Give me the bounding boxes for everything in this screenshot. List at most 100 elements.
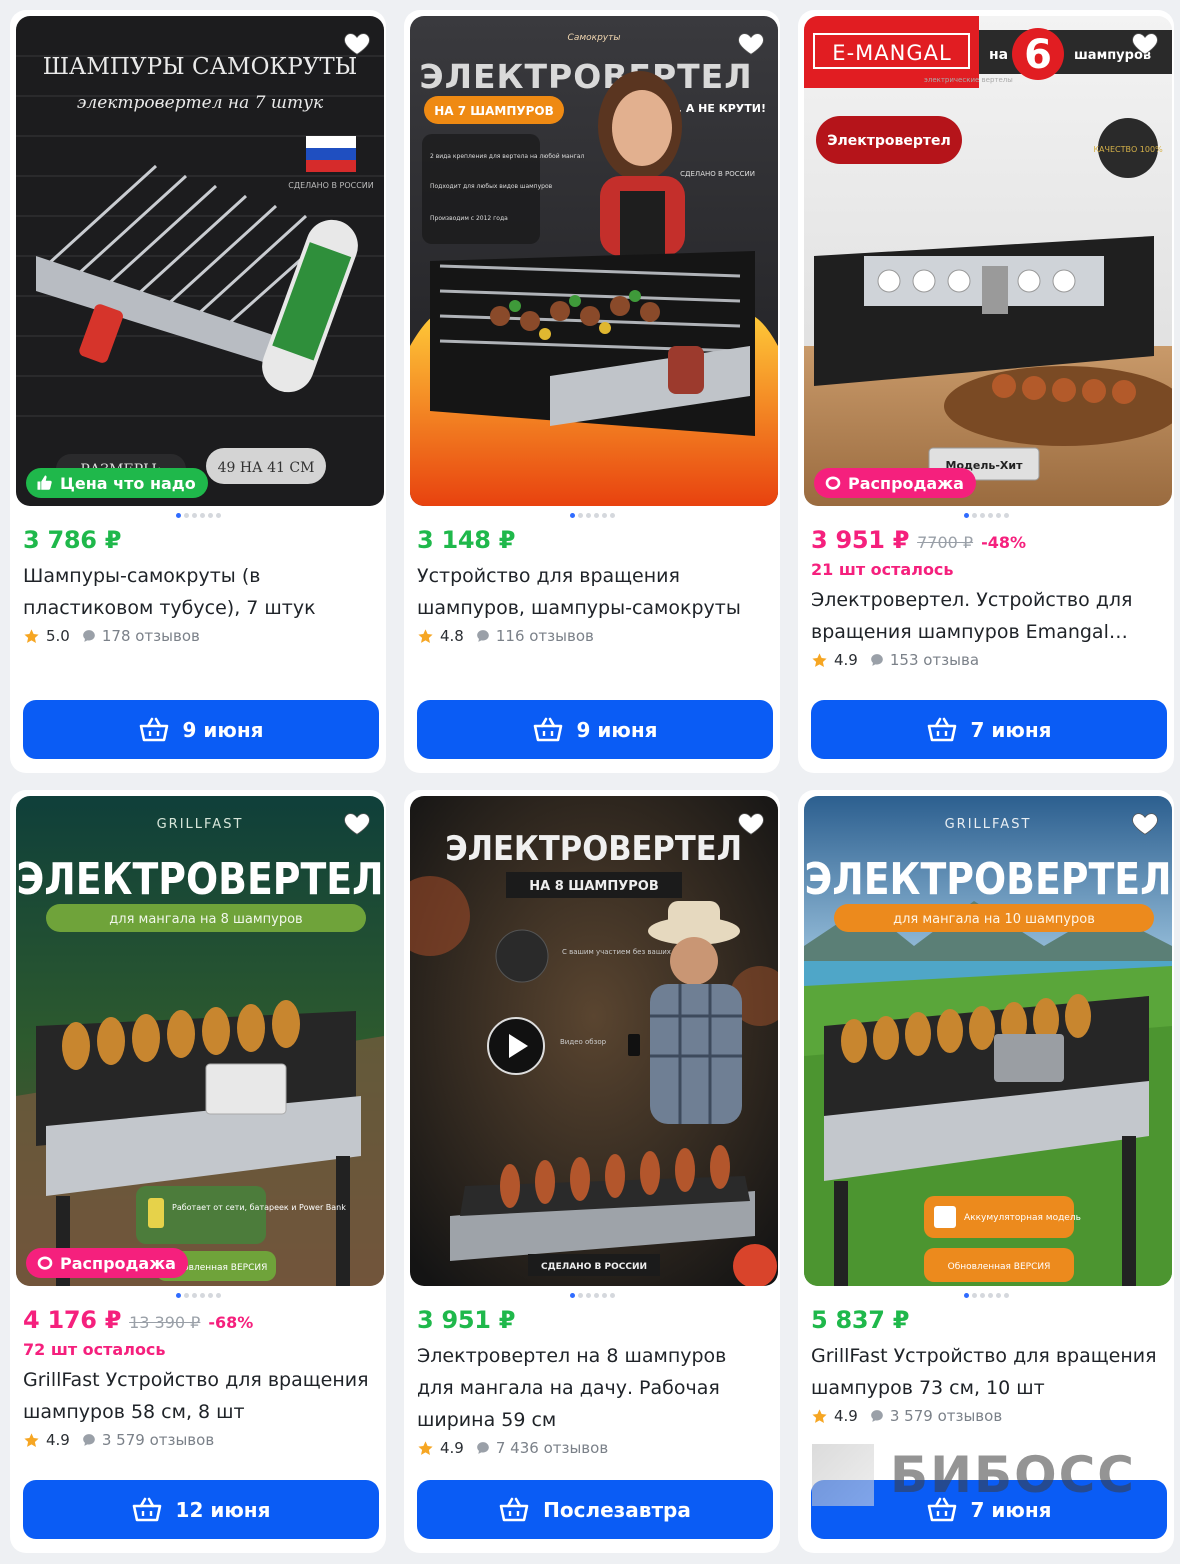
- image-extra-text: СДЕЛАНО В РОССИИ: [288, 181, 374, 190]
- add-to-cart-button[interactable]: Послезавтра: [417, 1480, 773, 1539]
- favorite-heart-icon[interactable]: [342, 808, 372, 838]
- review-count[interactable]: 153 отзыва: [890, 651, 979, 669]
- sale-ring-icon: [825, 476, 841, 490]
- image-extra-text: Работает от сети, батареек и Power Bank: [172, 1203, 346, 1212]
- review-count[interactable]: 3 579 отзывов: [102, 1431, 214, 1449]
- image-carousel-dots[interactable]: [404, 513, 780, 518]
- star-icon: [418, 1440, 433, 1455]
- delivery-date: 12 июня: [175, 1497, 271, 1522]
- price: 3 951 ₽: [417, 1306, 516, 1334]
- image-headline: ЭЛЕКТРОВЕРТЕЛ: [805, 853, 1172, 904]
- add-to-cart-button[interactable]: 7 июня: [811, 700, 1167, 759]
- product-title[interactable]: Устройство для вращения шампуров, шампур…: [417, 560, 768, 624]
- product-title[interactable]: GrillFast Устройство для вращения шампур…: [23, 1364, 374, 1428]
- old-price: 13 390 ₽: [129, 1313, 201, 1332]
- image-carousel-dots[interactable]: [798, 1293, 1174, 1298]
- image-extra-text: 2 вида крепления для вертела на любой ма…: [430, 153, 584, 160]
- favorite-heart-icon[interactable]: [736, 28, 766, 58]
- image-extra-text: КАЧЕСТВО 100%: [1093, 145, 1163, 154]
- star-icon: [24, 1432, 39, 1447]
- image-subline: для мангала на 10 шампуров: [893, 912, 1095, 927]
- star-icon: [418, 628, 433, 643]
- rating-row: 4.9 3 579 отзывов: [23, 1431, 374, 1449]
- review-count[interactable]: 178 отзывов: [102, 627, 200, 645]
- promo-badge: Распродажа: [814, 468, 976, 498]
- promo-badge-label: Цена что надо: [60, 473, 196, 493]
- image-carousel-dots[interactable]: [10, 513, 386, 518]
- star-icon: [24, 628, 39, 643]
- review-count[interactable]: 7 436 отзывов: [496, 1439, 608, 1457]
- review-count[interactable]: 3 579 отзывов: [890, 1407, 1002, 1425]
- favorite-heart-icon[interactable]: [1130, 28, 1160, 58]
- promo-badge: Цена что надо: [26, 468, 208, 498]
- comment-bubble-icon: [477, 630, 489, 642]
- image-extra-text: СДЕЛАНО В РОССИИ: [680, 170, 755, 178]
- image-extra-text: Обновленная ВЕРСИЯ: [948, 1262, 1051, 1272]
- basket-icon: [499, 1497, 529, 1521]
- basket-icon: [533, 717, 562, 741]
- thumbs-up-icon: [37, 475, 52, 490]
- delivery-date: 7 июня: [970, 717, 1052, 742]
- basket-icon: [132, 1497, 161, 1521]
- favorite-heart-icon[interactable]: [1130, 808, 1160, 838]
- comment-bubble-icon: [871, 1410, 883, 1422]
- image-extra-text: 6: [1024, 32, 1052, 78]
- favorite-heart-icon[interactable]: [736, 808, 766, 838]
- price: 5 837 ₽: [811, 1306, 910, 1334]
- product-card[interactable]: ШАМПУРЫ САМОКРУТЫ электровертел на 7 шту…: [10, 10, 386, 773]
- product-image[interactable]: Самокруты ЭЛЕКТРОВЕРТЕЛ НА 7 ШАМПУРОВ ОТ…: [410, 16, 778, 506]
- image-carousel-dots[interactable]: [404, 1293, 780, 1298]
- promo-badge: Распродажа: [26, 1248, 188, 1278]
- stock-left: 72 шт осталось: [23, 1340, 166, 1359]
- delivery-date: 9 июня: [182, 717, 264, 742]
- product-card[interactable]: GRILLFAST ЭЛЕКТРОВЕРТЕЛ для мангала на 1…: [798, 790, 1174, 1553]
- rating-row: 4.9 7 436 отзывов: [417, 1439, 768, 1457]
- product-card[interactable]: GRILLFAST ЭЛЕКТРОВЕРТЕЛ для мангала на 8…: [10, 790, 386, 1553]
- product-image[interactable]: ЭЛЕКТРОВЕРТЕЛ НА 8 ШАМПУРОВ С вашим учас…: [410, 796, 778, 1286]
- product-image[interactable]: E-MANGAL на 6 шампуров электрические вер…: [804, 16, 1172, 506]
- product-grid: ШАМПУРЫ САМОКРУТЫ электровертел на 7 шту…: [10, 10, 1174, 1553]
- image-subline: Электровертел: [827, 133, 951, 149]
- add-to-cart-button[interactable]: 7 июня: [811, 1480, 1167, 1539]
- image-extra-text: Подходит для любых видов шампуров: [430, 183, 553, 190]
- image-carousel-dots[interactable]: [798, 513, 1174, 518]
- product-image[interactable]: GRILLFAST ЭЛЕКТРОВЕРТЕЛ для мангала на 8…: [16, 796, 384, 1286]
- image-subline: НА 7 ШАМПУРОВ: [434, 104, 554, 118]
- image-headline: ЭЛЕКТРОВЕРТЕЛ: [419, 57, 752, 96]
- old-price: 7700 ₽: [917, 533, 974, 552]
- add-to-cart-button[interactable]: 9 июня: [417, 700, 773, 759]
- price: 3 951 ₽: [811, 526, 910, 554]
- image-headline: ЭЛЕКТРОВЕРТЕЛ: [445, 828, 742, 868]
- rating-value: 4.8: [440, 627, 464, 645]
- product-title[interactable]: Электровертел. Устройство для вращения ш…: [811, 584, 1162, 648]
- product-title[interactable]: Шампуры-самокруты (в пластиковом тубусе)…: [23, 560, 374, 624]
- review-count[interactable]: 116 отзывов: [496, 627, 594, 645]
- image-headline: E-MANGAL: [832, 41, 951, 65]
- rating-row: 4.9 153 отзыва: [811, 651, 1162, 669]
- image-headline: ЭЛЕКТРОВЕРТЕЛ: [17, 853, 384, 904]
- rating-value: 5.0: [46, 627, 70, 645]
- image-extra-text: GRILLFAST: [157, 817, 244, 832]
- rating-value: 4.9: [834, 651, 858, 669]
- sale-ring-icon: [37, 1256, 53, 1270]
- product-title[interactable]: GrillFast Устройство для вращения шампур…: [811, 1340, 1162, 1404]
- add-to-cart-button[interactable]: 9 июня: [23, 700, 379, 759]
- delivery-date: 7 июня: [970, 1497, 1052, 1522]
- product-image[interactable]: ШАМПУРЫ САМОКРУТЫ электровертел на 7 шту…: [16, 16, 384, 506]
- product-card[interactable]: E-MANGAL на 6 шампуров электрические вер…: [798, 10, 1174, 773]
- image-extra-text: GRILLFAST: [945, 817, 1032, 832]
- price: 3 786 ₽: [23, 526, 122, 554]
- product-image[interactable]: GRILLFAST ЭЛЕКТРОВЕРТЕЛ для мангала на 1…: [804, 796, 1172, 1286]
- add-to-cart-button[interactable]: 12 июня: [23, 1480, 379, 1539]
- stock-left: 21 шт осталось: [811, 560, 954, 579]
- image-carousel-dots[interactable]: [10, 1293, 386, 1298]
- product-title[interactable]: Электровертел на 8 шампуров для мангала …: [417, 1340, 768, 1436]
- star-icon: [812, 1408, 827, 1423]
- product-card[interactable]: ЭЛЕКТРОВЕРТЕЛ НА 8 ШАМПУРОВ С вашим учас…: [404, 790, 780, 1553]
- rating-row: 4.8 116 отзывов: [417, 627, 768, 645]
- favorite-heart-icon[interactable]: [342, 28, 372, 58]
- basket-icon: [139, 717, 168, 741]
- star-icon: [812, 652, 827, 667]
- image-extra-text: на: [989, 47, 1008, 63]
- product-card[interactable]: Самокруты ЭЛЕКТРОВЕРТЕЛ НА 7 ШАМПУРОВ ОТ…: [404, 10, 780, 773]
